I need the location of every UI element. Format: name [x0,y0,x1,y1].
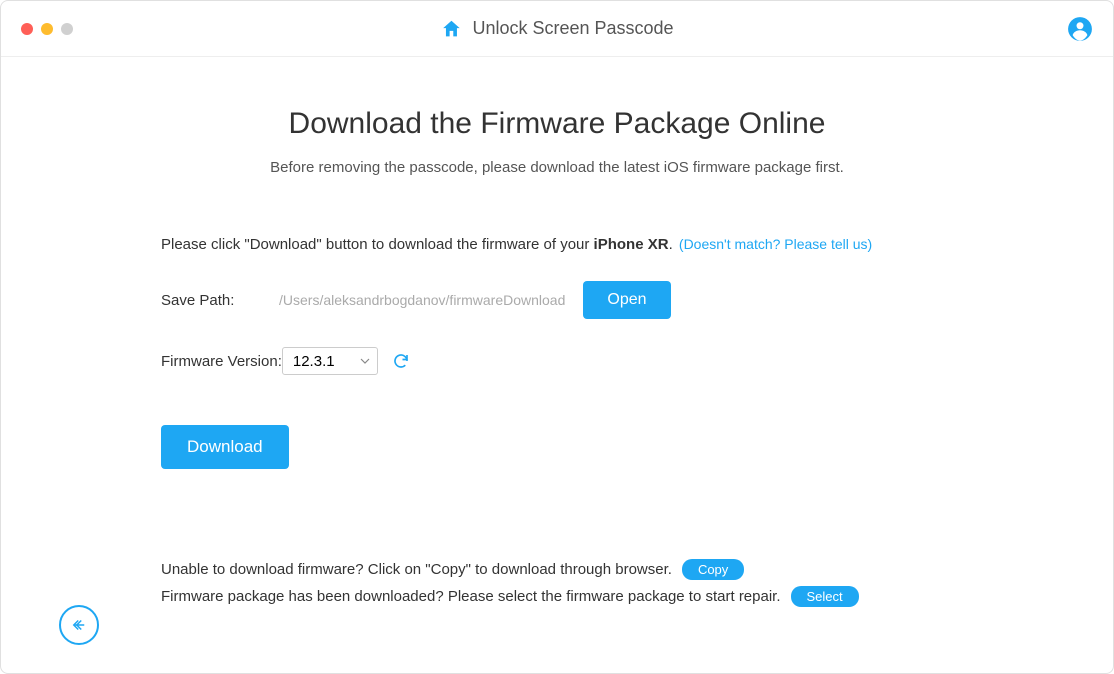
save-path-row: Save Path: /Users/aleksandrbogdanov/firm… [161,281,953,319]
select-hint-row: Firmware package has been downloaded? Pl… [161,586,953,607]
firmware-version-label: Firmware Version: [161,353,282,370]
save-path-value: /Users/aleksandrbogdanov/firmwareDownloa… [279,292,565,308]
back-button[interactable] [59,605,99,645]
refresh-icon[interactable] [392,352,410,370]
close-window-button[interactable] [21,23,33,35]
maximize-window-button[interactable] [61,23,73,35]
instruction-suffix: . [669,236,673,253]
title-center: Unlock Screen Passcode [440,18,673,40]
select-hint-text: Firmware package has been downloaded? Pl… [161,588,781,605]
save-path-label: Save Path: [161,292,279,309]
firmware-version-row: Firmware Version: 12.3.1 [161,347,953,375]
bottom-section: Unable to download firmware? Click on "C… [161,559,953,607]
open-button[interactable]: Open [583,281,670,319]
copy-hint-row: Unable to download firmware? Click on "C… [161,559,953,580]
copy-button[interactable]: Copy [682,559,744,580]
home-icon [440,18,462,40]
account-icon[interactable] [1067,16,1093,42]
device-model: iPhone XR [594,236,669,253]
download-button[interactable]: Download [161,425,289,469]
minimize-window-button[interactable] [41,23,53,35]
instruction-prefix: Please click "Download" button to downlo… [161,236,594,253]
firmware-version-select[interactable]: 12.3.1 [282,347,378,375]
sub-heading: Before removing the passcode, please dow… [161,159,953,176]
instruction-text: Please click "Download" button to downlo… [161,236,953,253]
select-button[interactable]: Select [791,586,859,607]
titlebar: Unlock Screen Passcode [1,1,1113,57]
copy-hint-text: Unable to download firmware? Click on "C… [161,561,672,578]
arrow-left-icon [70,616,88,634]
main-content: Download the Firmware Package Online Bef… [1,57,1113,607]
page-title: Unlock Screen Passcode [472,18,673,39]
main-heading: Download the Firmware Package Online [161,107,953,141]
window-controls [21,23,73,35]
mismatch-link[interactable]: (Doesn't match? Please tell us) [679,236,872,252]
